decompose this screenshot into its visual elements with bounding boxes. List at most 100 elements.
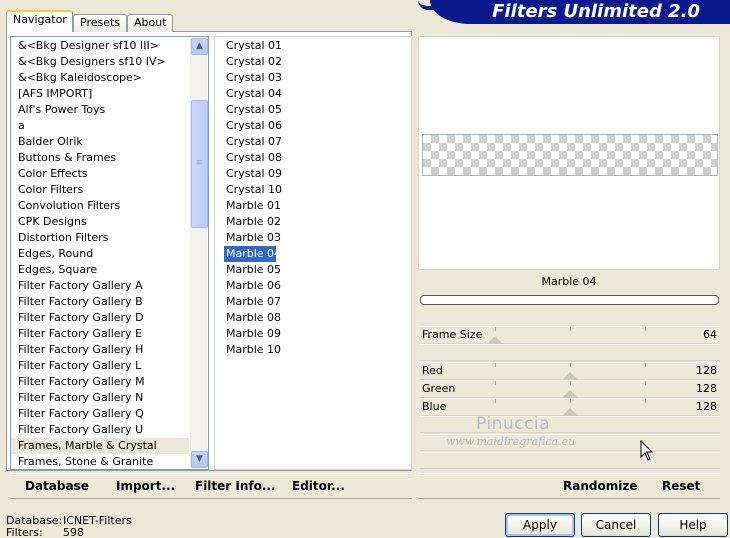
tab-navigator[interactable]: Navigator <box>6 10 73 32</box>
parameter-label: Green <box>422 382 456 395</box>
filters-count-value: 598 <box>63 526 84 538</box>
category-scrollbar[interactable]: ▲ ≡ ▼ <box>190 38 208 468</box>
category-item[interactable]: Filter Factory Gallery N <box>11 390 189 406</box>
category-item[interactable]: Filter Factory Gallery A <box>11 278 189 294</box>
category-item[interactable]: Color Filters <box>11 182 189 198</box>
editor-button[interactable]: Editor... <box>292 479 345 493</box>
filter-item[interactable]: Crystal 05 <box>224 102 282 118</box>
category-item[interactable]: Balder Olrik <box>11 134 189 150</box>
filter-item[interactable]: Crystal 06 <box>224 118 282 134</box>
import-button[interactable]: Import... <box>116 479 175 493</box>
category-item[interactable]: Convolution Filters <box>11 198 189 214</box>
filter-item[interactable]: Marble 01 <box>224 198 281 214</box>
category-list[interactable]: &<Bkg Designer sf10 III> &<Bkg Designers … <box>10 36 209 470</box>
category-item[interactable]: Buttons & Frames <box>11 150 189 166</box>
filter-toolbar: Database Import... Filter Info... Editor… <box>10 473 412 499</box>
filter-item[interactable]: Marble 08 <box>224 310 281 326</box>
slider-knob[interactable] <box>562 372 578 380</box>
filter-item[interactable]: Crystal 08 <box>224 150 282 166</box>
category-item[interactable]: CPK Designs <box>11 214 189 230</box>
category-item[interactable]: Filter Factory Gallery H <box>11 342 189 358</box>
category-item[interactable]: Filter Factory Gallery Q <box>11 406 189 422</box>
database-button[interactable]: Database <box>25 479 89 493</box>
scroll-up-arrow-icon[interactable]: ▲ <box>191 38 208 55</box>
filter-list[interactable]: Crystal 01 Crystal 02 Crystal 03 Crystal 04… <box>214 36 412 470</box>
filter-item[interactable]: Marble 04 <box>224 246 281 262</box>
category-item[interactable]: &<Bkg Designers sf10 IV> <box>11 54 189 70</box>
filter-item[interactable]: Marble 07 <box>224 294 281 310</box>
filter-item[interactable]: Crystal 07 <box>224 134 282 150</box>
category-item[interactable]: Filter Factory Gallery D <box>11 310 189 326</box>
apply-button[interactable]: Apply <box>505 513 575 537</box>
selected-filter-name: Marble 04 <box>418 270 720 294</box>
filter-item[interactable]: Crystal 10 <box>224 182 282 198</box>
slider-tick <box>495 381 496 385</box>
slider-knob[interactable] <box>562 408 578 416</box>
category-item[interactable]: &<Bkg Designer sf10 III> <box>11 38 189 54</box>
filters-count-label: Filters: <box>6 526 43 538</box>
category-item[interactable]: Filter Factory Gallery U <box>11 422 189 438</box>
progress-bar <box>420 295 719 305</box>
slider-tick <box>495 363 496 367</box>
slider-tick <box>645 363 646 367</box>
parameter-slider[interactable]: Frame Size 64 <box>420 326 720 344</box>
parameter-label: Frame Size <box>422 328 483 341</box>
category-item[interactable]: [AFS IMPORT] <box>11 86 189 102</box>
filter-item[interactable]: Marble 02 <box>224 214 281 230</box>
filter-item[interactable]: Marble 03 <box>224 230 281 246</box>
category-item[interactable]: Filter Factory Gallery M <box>11 374 189 390</box>
scroll-down-arrow-icon[interactable]: ▼ <box>191 451 208 468</box>
randomize-button[interactable]: Randomize <box>563 479 637 493</box>
parameter-label: Red <box>422 364 443 377</box>
parameter-slider[interactable]: Green 128 <box>420 380 720 398</box>
filter-item[interactable]: Marble 05 <box>224 262 281 278</box>
category-item[interactable]: Distortion Filters <box>11 230 189 246</box>
empty-slider-row <box>420 416 720 433</box>
category-item[interactable]: Alf's Power Toys <box>11 102 189 118</box>
parameter-value: 64 <box>703 328 717 341</box>
preview-image <box>422 134 718 176</box>
app-title-banner: Filters Unlimited 2.0 <box>430 0 730 24</box>
watermark-url: www.maidiregrafica.eu <box>446 435 576 448</box>
help-button[interactable]: Help <box>658 513 728 537</box>
category-item[interactable]: Edges, Round <box>11 246 189 262</box>
category-item[interactable]: a <box>11 118 189 134</box>
parameter-slider[interactable]: Red 128 <box>420 362 720 380</box>
scroll-thumb[interactable]: ≡ <box>191 100 208 228</box>
filter-item[interactable]: Marble 06 <box>224 278 281 294</box>
filter-info-button[interactable]: Filter Info... <box>195 479 276 493</box>
category-item[interactable]: &<Bkg Kaleidoscope> <box>11 70 189 86</box>
filter-item[interactable]: Marble 10 <box>224 342 281 358</box>
slider-tick <box>495 399 496 403</box>
slider-tick <box>570 381 571 385</box>
category-item[interactable]: Edges, Square <box>11 262 189 278</box>
filter-item[interactable]: Crystal 01 <box>224 38 282 54</box>
parameter-value: 128 <box>696 364 717 377</box>
tab-about[interactable]: About <box>127 14 173 32</box>
category-item[interactable]: Filter Factory Gallery L <box>11 358 189 374</box>
category-item[interactable]: Color Effects <box>11 166 189 182</box>
slider-knob[interactable] <box>487 336 503 344</box>
parameter-slider[interactable]: Blue 128 <box>420 398 720 416</box>
category-item[interactable]: Filter Factory Gallery B <box>11 294 189 310</box>
filter-item[interactable]: Crystal 02 <box>224 54 282 70</box>
reset-button[interactable]: Reset <box>662 479 700 493</box>
slider-knob[interactable] <box>562 390 578 398</box>
tab-presets[interactable]: Presets <box>73 14 127 32</box>
slider-tick <box>645 381 646 385</box>
filter-item[interactable]: Crystal 09 <box>224 166 282 182</box>
slider-tick <box>645 327 646 331</box>
slider-tick <box>570 399 571 403</box>
filter-item[interactable]: Crystal 04 <box>224 86 282 102</box>
preview-area <box>418 36 720 270</box>
slider-tick <box>495 327 496 331</box>
filter-item[interactable]: Marble 09 <box>224 326 281 342</box>
category-item[interactable]: Frames, Marble & Crystal <box>11 438 189 454</box>
cancel-button[interactable]: Cancel <box>581 513 651 537</box>
filter-item[interactable]: Crystal 03 <box>224 70 282 86</box>
mouse-pointer-icon <box>640 440 654 461</box>
slider-tick <box>645 399 646 403</box>
category-item[interactable]: Frames, Stone & Granite <box>11 454 189 469</box>
category-item[interactable]: Filter Factory Gallery E <box>11 326 189 342</box>
slider-tick <box>570 363 571 367</box>
